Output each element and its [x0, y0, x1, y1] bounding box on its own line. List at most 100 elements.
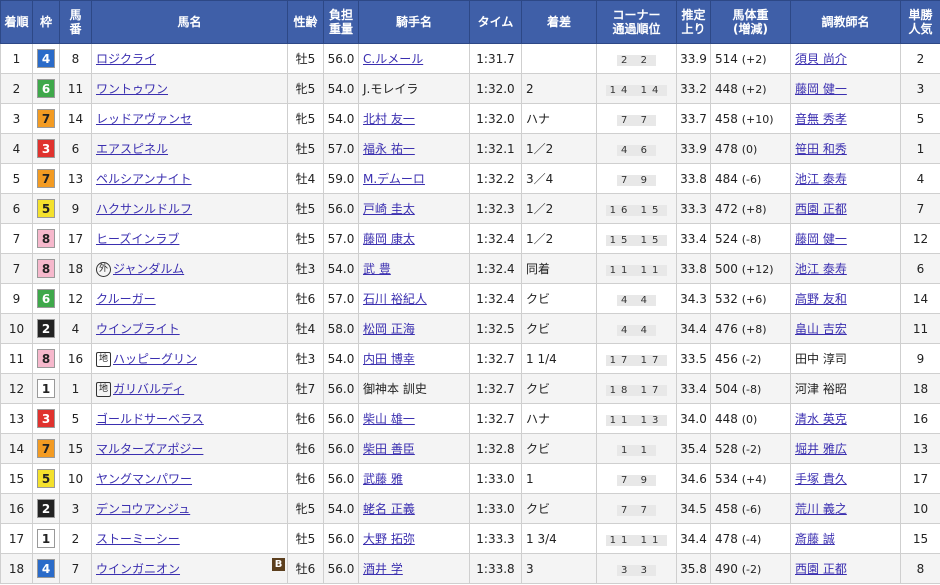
margin-cell: クビ	[521, 313, 597, 344]
corner-cell: 4 4	[596, 313, 677, 344]
popularity-cell: 10	[900, 493, 940, 524]
trainer-link[interactable]: 荒川 義之	[795, 502, 847, 516]
trainer-link[interactable]: 清水 英克	[795, 412, 847, 426]
horse-name-link[interactable]: マルターズアポジー	[96, 442, 203, 456]
trainer-link[interactable]: 池江 泰寿	[795, 262, 847, 276]
trainer-link[interactable]: 池江 泰寿	[795, 172, 847, 186]
horse-name-cell: ヤングマンパワー	[91, 463, 288, 494]
corner-cell: 7 7	[596, 493, 677, 524]
horse-number-cell: 12	[59, 283, 92, 314]
rank-cell: 13	[0, 403, 33, 434]
header-time: タイム	[469, 0, 522, 44]
carried-weight-cell: 57.0	[323, 223, 359, 254]
horse-name-link[interactable]: ストーミーシー	[96, 532, 180, 546]
rank-cell: 14	[0, 433, 33, 464]
waku-cell: 2	[32, 493, 60, 524]
horse-name-link[interactable]: ペルシアンナイト	[96, 172, 192, 186]
trainer-link[interactable]: 西園 正都	[795, 202, 847, 216]
body-weight: 532	[715, 291, 738, 306]
body-weight-change: (-8)	[741, 232, 762, 246]
jockey-link[interactable]: 酒井 学	[363, 562, 403, 576]
horse-name-link[interactable]: デンコウアンジュ	[96, 502, 190, 516]
sex-age-cell: 牡6	[287, 433, 324, 464]
trainer-link[interactable]: 手塚 貴久	[795, 472, 847, 486]
body-weight: 478	[715, 141, 738, 156]
jockey-cell: 武 豊	[358, 253, 470, 284]
horse-origin-mark: 外	[96, 262, 111, 277]
body-weight-cell: 472 (+8)	[710, 193, 791, 224]
table-row: 17 1 2 ストーミーシー 牡5 56.0 大野 拓弥 1:33.3 1 3/4 11 11 34…	[0, 523, 940, 554]
body-weight-cell: 456 (-2)	[710, 343, 791, 374]
time-cell: 1:32.4	[469, 253, 522, 284]
time-cell: 1:32.4	[469, 223, 522, 254]
jockey-link[interactable]: 戸崎 圭太	[363, 202, 415, 216]
last-3f-cell: 33.8	[676, 163, 711, 194]
header-jockey: 騎手名	[358, 0, 470, 44]
trainer-link[interactable]: 笹田 和秀	[795, 142, 847, 156]
horse-name-link[interactable]: ヤングマンパワー	[96, 472, 192, 486]
horse-name-link[interactable]: ウインガニオン	[96, 562, 180, 576]
jockey-cell: 柴山 雄一	[358, 403, 470, 434]
trainer-link[interactable]: 藤岡 健一	[795, 232, 847, 246]
horse-name-link[interactable]: ゴールドサーベラス	[96, 412, 204, 426]
waku-badge: 1	[37, 529, 55, 548]
body-weight-cell: 478 (0)	[710, 133, 791, 164]
jockey-name: 御神本 訓史	[363, 382, 427, 396]
popularity-cell: 13	[900, 433, 940, 464]
table-row: 1 4 8 ロジクライ 牡5 56.0 C.ルメール 1:31.7 2 2 33.9 514 (+2…	[0, 43, 940, 74]
jockey-link[interactable]: 柴山 雄一	[363, 412, 415, 426]
jockey-link[interactable]: 福永 祐一	[363, 142, 415, 156]
body-weight: 500	[715, 261, 738, 276]
horse-number-cell: 18	[59, 253, 92, 284]
horse-name-link[interactable]: ワントゥワン	[96, 82, 168, 96]
waku-cell: 2	[32, 313, 60, 344]
header-waku: 枠	[32, 0, 60, 44]
horse-name-link[interactable]: エアスピネル	[96, 142, 168, 156]
horse-name-link[interactable]: ガリバルディ	[113, 382, 184, 396]
trainer-link[interactable]: 西園 正都	[795, 562, 847, 576]
horse-name-link[interactable]: ジャンダルム	[113, 262, 184, 276]
jockey-link[interactable]: 北村 友一	[363, 112, 415, 126]
jockey-link[interactable]: 松岡 正海	[363, 322, 415, 336]
horse-name-cell: 地ガリバルディ	[91, 373, 288, 404]
corner-positions: 4 4	[617, 324, 656, 336]
margin-cell	[521, 43, 597, 74]
jockey-link[interactable]: C.ルメール	[363, 52, 423, 66]
body-weight-change: (-2)	[741, 352, 762, 366]
jockey-link[interactable]: 武藤 雅	[363, 472, 403, 486]
jockey-link[interactable]: 大野 拓弥	[363, 532, 415, 546]
horse-name-link[interactable]: クルーガー	[96, 292, 156, 306]
popularity-cell: 15	[900, 523, 940, 554]
trainer-link[interactable]: 音無 秀孝	[795, 112, 847, 126]
jockey-link[interactable]: 蛯名 正義	[363, 502, 415, 516]
horse-name-link[interactable]: レッドアヴァンセ	[96, 112, 192, 126]
jockey-link[interactable]: 柴田 善臣	[363, 442, 415, 456]
waku-badge: 1	[37, 379, 55, 398]
trainer-link[interactable]: 斎藤 誠	[795, 532, 835, 546]
jockey-link[interactable]: M.デムーロ	[363, 172, 425, 186]
horse-name-link[interactable]: ハクサンルドルフ	[96, 202, 192, 216]
jockey-link[interactable]: 藤岡 康太	[363, 232, 415, 246]
popularity-cell: 9	[900, 343, 940, 374]
horse-name-link[interactable]: ハッピーグリン	[113, 352, 197, 366]
trainer-link[interactable]: 藤岡 健一	[795, 82, 847, 96]
horse-number-cell: 8	[59, 43, 92, 74]
jockey-link[interactable]: 石川 裕紀人	[363, 292, 427, 306]
carried-weight-cell: 56.0	[323, 553, 359, 584]
horse-name-link[interactable]: ウインブライト	[96, 322, 180, 336]
margin-cell: 1	[521, 463, 597, 494]
jockey-link[interactable]: 武 豊	[363, 262, 391, 276]
trainer-link[interactable]: 須貝 尚介	[795, 52, 847, 66]
jockey-link[interactable]: 内田 博幸	[363, 352, 415, 366]
trainer-link[interactable]: 高野 友和	[795, 292, 847, 306]
popularity-cell: 16	[900, 403, 940, 434]
corner-cell: 11 13	[596, 403, 677, 434]
horse-name-link[interactable]: ロジクライ	[96, 52, 156, 66]
trainer-link[interactable]: 堀井 雅広	[795, 442, 847, 456]
horse-number-cell: 17	[59, 223, 92, 254]
last-3f-cell: 34.4	[676, 313, 711, 344]
trainer-link[interactable]: 畠山 吉宏	[795, 322, 847, 336]
trainer-cell: 畠山 吉宏	[790, 313, 901, 344]
horse-name-link[interactable]: ヒーズインラブ	[96, 232, 179, 246]
horse-number-cell: 14	[59, 103, 92, 134]
